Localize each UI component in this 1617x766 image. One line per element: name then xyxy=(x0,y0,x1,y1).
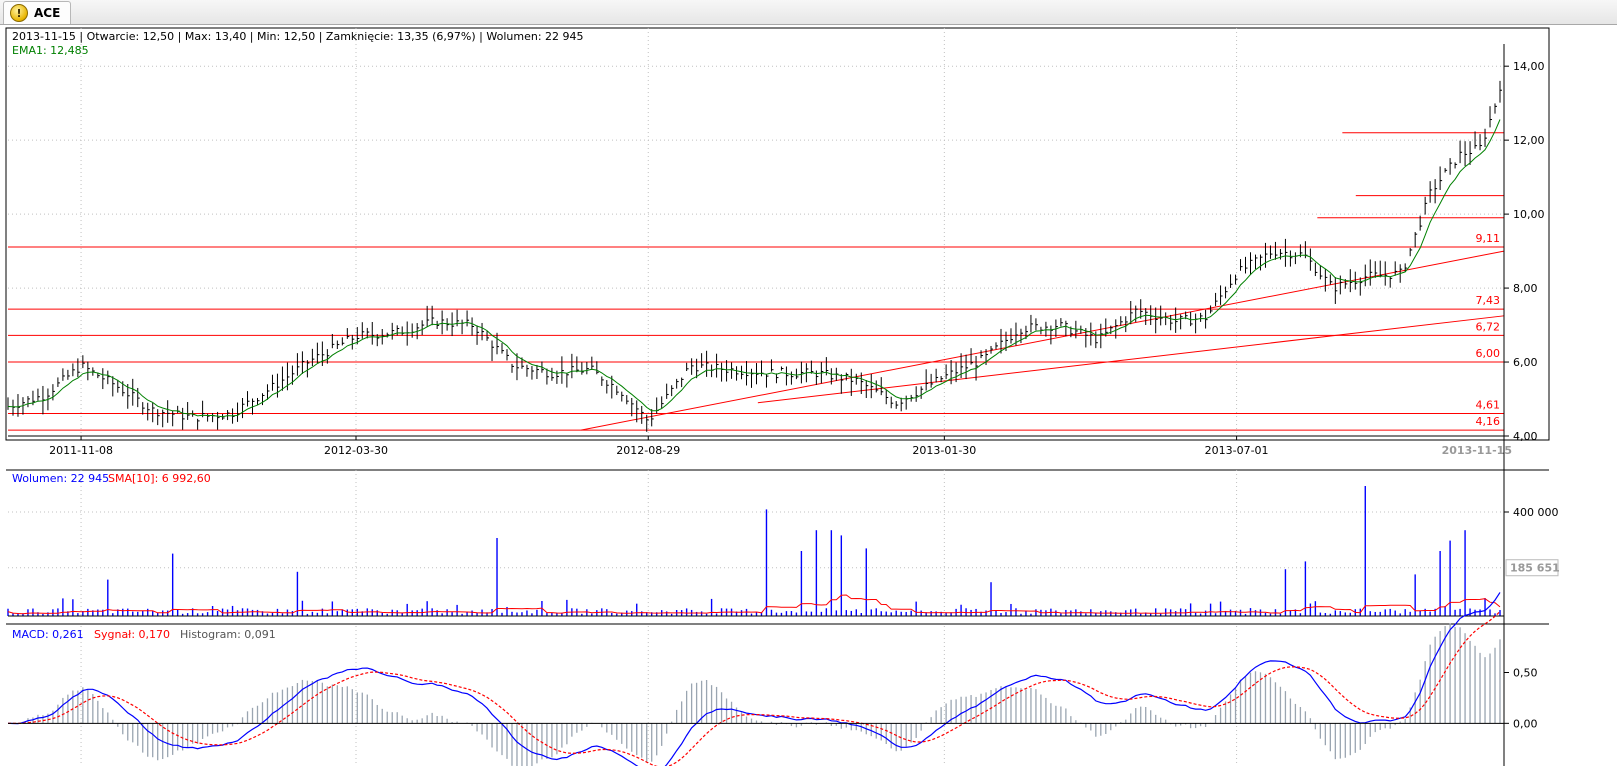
y-tick-label: 8,00 xyxy=(1513,282,1538,295)
volume-y-axis: 400 000 185 651 xyxy=(8,506,1560,617)
warning-coin-icon: ! xyxy=(10,4,28,22)
price-bars xyxy=(7,80,1502,432)
price-levels: 9,11 7,43 6,72 6,00 4,61 4,16 xyxy=(8,132,1505,431)
macd-label: MACD: 0,261 xyxy=(12,628,84,641)
sma-line xyxy=(7,594,1501,615)
trend-line xyxy=(757,315,1505,404)
y-tick-label: 0,50 xyxy=(1513,667,1538,680)
current-volume-label: 185 651 xyxy=(1510,562,1560,575)
x-tick-label: 2012-08-29 xyxy=(616,444,680,457)
x-tick-label: 2011-11-08 xyxy=(49,444,113,457)
ema-series xyxy=(7,119,1501,418)
x-current-label: 2013-11-15 xyxy=(1442,444,1512,457)
y-tick-label: 12,00 xyxy=(1513,134,1545,147)
y-tick-label: 0,00 xyxy=(1513,717,1538,730)
x-tick-label: 2013-07-01 xyxy=(1205,444,1269,457)
volume-label: Wolumen: 22 945 xyxy=(12,472,109,485)
sma-label: SMA[10]: 6 992,60 xyxy=(108,472,211,485)
signal-label: Sygnał: 0,170 xyxy=(94,628,170,641)
level-label: 4,61 xyxy=(1476,398,1501,411)
tab-title: ACE xyxy=(34,6,61,20)
level-label: 9,11 xyxy=(1476,232,1501,245)
macd-y-axis: 0,50 0,00 xyxy=(8,667,1538,730)
y-tick-label: 10,00 xyxy=(1513,208,1545,221)
level-label: 6,72 xyxy=(1476,320,1501,333)
level-label: 6,00 xyxy=(1476,347,1501,360)
x-tick-label: 2013-01-30 xyxy=(912,444,976,457)
tab-bar: ! ACE xyxy=(0,0,1617,25)
ema-line xyxy=(7,119,1501,418)
price-info-line: 2013-11-15 | Otwarcie: 12,50 | Max: 13,4… xyxy=(12,30,584,43)
ema-label: EMA1: 12,485 xyxy=(12,44,89,57)
y-tick-label: 14,00 xyxy=(1513,60,1545,73)
x-tick-label: 2012-03-30 xyxy=(324,444,388,457)
level-label: 4,16 xyxy=(1476,415,1501,428)
y-tick-label: 400 000 xyxy=(1513,506,1559,519)
histogram-label: Histogram: 0,091 xyxy=(180,628,276,641)
macd-lines xyxy=(7,592,1501,766)
macd-grid xyxy=(80,626,1238,764)
price-panel-frame xyxy=(5,27,1550,441)
level-label: 7,43 xyxy=(1476,294,1501,307)
price-y-axis: 4,00 6,00 8,00 10,00 12,00 14,00 xyxy=(1504,60,1545,443)
chart-area[interactable]: 9,11 7,43 6,72 6,00 4,61 4,16 4,00 6,00 8,00 10,… xyxy=(0,24,1617,766)
volume-grid xyxy=(8,470,1504,616)
price-x-axis: 2011-11-08 2012-03-30 2012-08-29 2013-01-30… xyxy=(8,435,1512,457)
macd-series xyxy=(7,592,1501,766)
volume-bars xyxy=(7,486,1501,616)
y-tick-label: 4,00 xyxy=(1513,430,1538,443)
sma-series xyxy=(7,594,1501,615)
y-tick-label: 6,00 xyxy=(1513,356,1538,369)
tab-ace[interactable]: ! ACE xyxy=(3,1,72,24)
